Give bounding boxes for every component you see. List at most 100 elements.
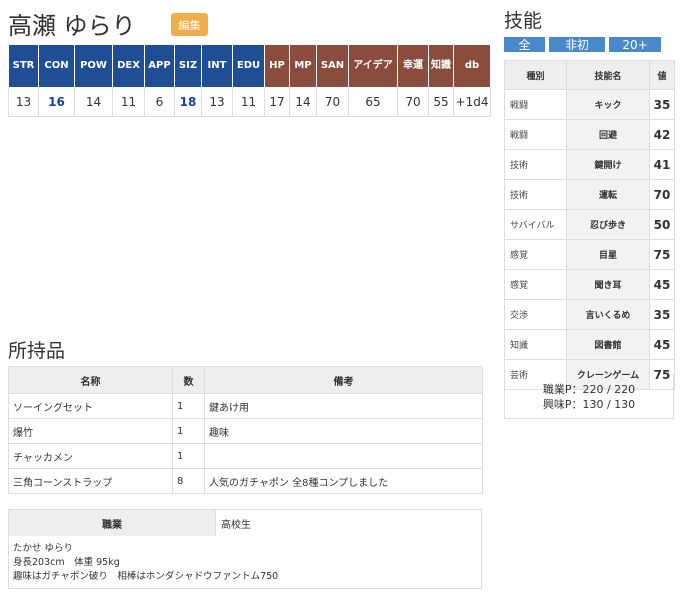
stat-value-edu: 11	[232, 87, 265, 117]
skill-name: 忍び歩き	[566, 209, 650, 240]
stats-table: STR CON POW DEX APP SIZ INT EDU HP MP SA…	[8, 44, 491, 117]
skill-value: 45	[649, 329, 675, 360]
skill-category: 技術	[504, 179, 567, 210]
skill-name: 図書館	[566, 329, 650, 360]
job-value: 高校生	[221, 519, 251, 531]
stat-header-db: db	[453, 44, 491, 88]
stat-header-edu: EDU	[232, 44, 265, 88]
character-name: 高瀬 ゆらり	[8, 12, 136, 40]
inventory-item-count: 1	[172, 418, 205, 444]
filter-20plus-button[interactable]: 20+	[609, 37, 661, 52]
skill-category: 技術	[504, 149, 567, 180]
skill-row: 感覚 目星 75	[504, 239, 675, 270]
inventory-title: 所持品	[8, 340, 66, 362]
inventory-item-notes: 鍵あけ用	[204, 393, 483, 419]
inventory-row: ソーイングセット 1 鍵あけ用	[8, 393, 483, 419]
inventory-item-name: チャッカメン	[8, 443, 173, 469]
stat-header-dex: DEX	[112, 44, 145, 88]
inventory-item-count: 1	[172, 393, 205, 419]
stat-value-san: 70	[316, 87, 349, 117]
stat-value-con: 16	[38, 87, 75, 117]
skill-category: サバイバル	[504, 209, 567, 240]
skill-row: 技術 鍵開け 41	[504, 149, 675, 180]
skill-row: サバイバル 忍び歩き 50	[504, 209, 675, 240]
inventory-item-notes: 趣味	[204, 418, 483, 444]
stat-header-str: STR	[8, 44, 39, 88]
stat-value-app: 6	[144, 87, 175, 117]
stat-value-int: 13	[201, 87, 233, 117]
inventory-item-count: 8	[172, 468, 205, 494]
description-line: たかせ ゆらり	[13, 543, 74, 554]
stat-header-idea: アイデア	[348, 44, 398, 88]
skill-row: 感覚 聞き耳 45	[504, 269, 675, 300]
skill-category: 感覚	[504, 269, 567, 300]
skill-category: 知識	[504, 329, 567, 360]
stat-value-mp: 14	[289, 87, 317, 117]
skills-header-name: 技能名	[566, 60, 650, 90]
inventory-row: 三角コーンストラップ 8 人気のガチャポン 全8種コンプしました	[8, 468, 483, 494]
description-line: 趣味はガチャポン破り 相棒はホンダシャドウファントム750	[13, 571, 279, 582]
stat-value-str: 13	[8, 87, 39, 117]
skill-name: 言いくるめ	[566, 299, 650, 330]
skill-name: 運転	[566, 179, 650, 210]
inventory-table: 名称 数 備考 ソーイングセット 1 鍵あけ用 爆竹 1 趣味 チャッカメン 1…	[8, 366, 483, 494]
skill-name: 回避	[566, 119, 650, 150]
skill-category: 交渉	[504, 299, 567, 330]
filter-non-initial-button[interactable]: 非初	[549, 37, 605, 52]
inventory-row: 爆竹 1 趣味	[8, 418, 483, 444]
skill-value: 70	[649, 179, 675, 210]
skills-title: 技能	[504, 10, 543, 32]
skill-name: 聞き耳	[566, 269, 650, 300]
skills-header-category: 種別	[504, 60, 567, 90]
skill-name: キック	[566, 89, 650, 120]
stat-header-siz: SIZ	[174, 44, 202, 88]
description-line: 身長203cm 体重 95kg	[13, 557, 120, 568]
interest-points: 興味P：130 / 130	[542, 398, 636, 411]
inventory-item-name: 爆竹	[8, 418, 173, 444]
skill-name: 鍵開け	[566, 149, 650, 180]
job-label: 職業	[9, 510, 216, 536]
stat-value-luck: 70	[397, 87, 429, 117]
stat-header-know: 知識	[428, 44, 454, 88]
skill-value: 45	[649, 269, 675, 300]
inventory-item-count: 1	[172, 443, 205, 469]
stat-value-dex: 11	[112, 87, 145, 117]
skill-value: 41	[649, 149, 675, 180]
skills-table: 種別 技能名 値 戦闘 キック 35 戦闘 回避 42 技術 鍵開け 41 技術 運転 70 サ…	[504, 60, 675, 390]
skill-value: 75	[649, 239, 675, 270]
skill-category: 感覚	[504, 239, 567, 270]
skill-category: 戦闘	[504, 119, 567, 150]
stat-value-db: +1d4	[453, 87, 491, 117]
skills-header-value: 値	[649, 60, 675, 90]
inventory-header-count: 数	[172, 366, 205, 394]
skill-row: 戦闘 回避 42	[504, 119, 675, 150]
stat-header-con: CON	[38, 44, 75, 88]
stat-header-san: SAN	[316, 44, 349, 88]
skill-row: 技術 運転 70	[504, 179, 675, 210]
job-description: たかせ ゆらり 身長203cm 体重 95kg 趣味はガチャポン破り 相棒はホン…	[13, 542, 278, 584]
stat-value-pow: 14	[74, 87, 113, 117]
skill-points-panel: 職業P：220 / 220 興味P：130 / 130	[504, 374, 674, 419]
filter-all-button[interactable]: 全	[504, 37, 545, 52]
inventory-item-name: 三角コーンストラップ	[8, 468, 173, 494]
job-points: 職業P：220 / 220	[542, 383, 636, 396]
skill-value: 42	[649, 119, 675, 150]
stat-header-pow: POW	[74, 44, 113, 88]
inventory-header-notes: 備考	[204, 366, 483, 394]
stat-value-know: 55	[428, 87, 454, 117]
inventory-item-notes	[204, 443, 483, 469]
skill-row: 戦闘 キック 35	[504, 89, 675, 120]
job-panel: 職業 高校生 たかせ ゆらり 身長203cm 体重 95kg 趣味はガチャポン破…	[8, 509, 482, 589]
skill-value: 50	[649, 209, 675, 240]
stat-header-int: INT	[201, 44, 233, 88]
skill-row: 交渉 言いくるめ 35	[504, 299, 675, 330]
stat-header-hp: HP	[264, 44, 290, 88]
inventory-item-notes: 人気のガチャポン 全8種コンプしました	[204, 468, 483, 494]
skill-row: 知識 図書館 45	[504, 329, 675, 360]
edit-button[interactable]: 編集	[171, 13, 208, 36]
inventory-item-name: ソーイングセット	[8, 393, 173, 419]
skill-value: 35	[649, 89, 675, 120]
inventory-row: チャッカメン 1	[8, 443, 483, 469]
stat-value-siz: 18	[174, 87, 202, 117]
stat-value-hp: 17	[264, 87, 290, 117]
